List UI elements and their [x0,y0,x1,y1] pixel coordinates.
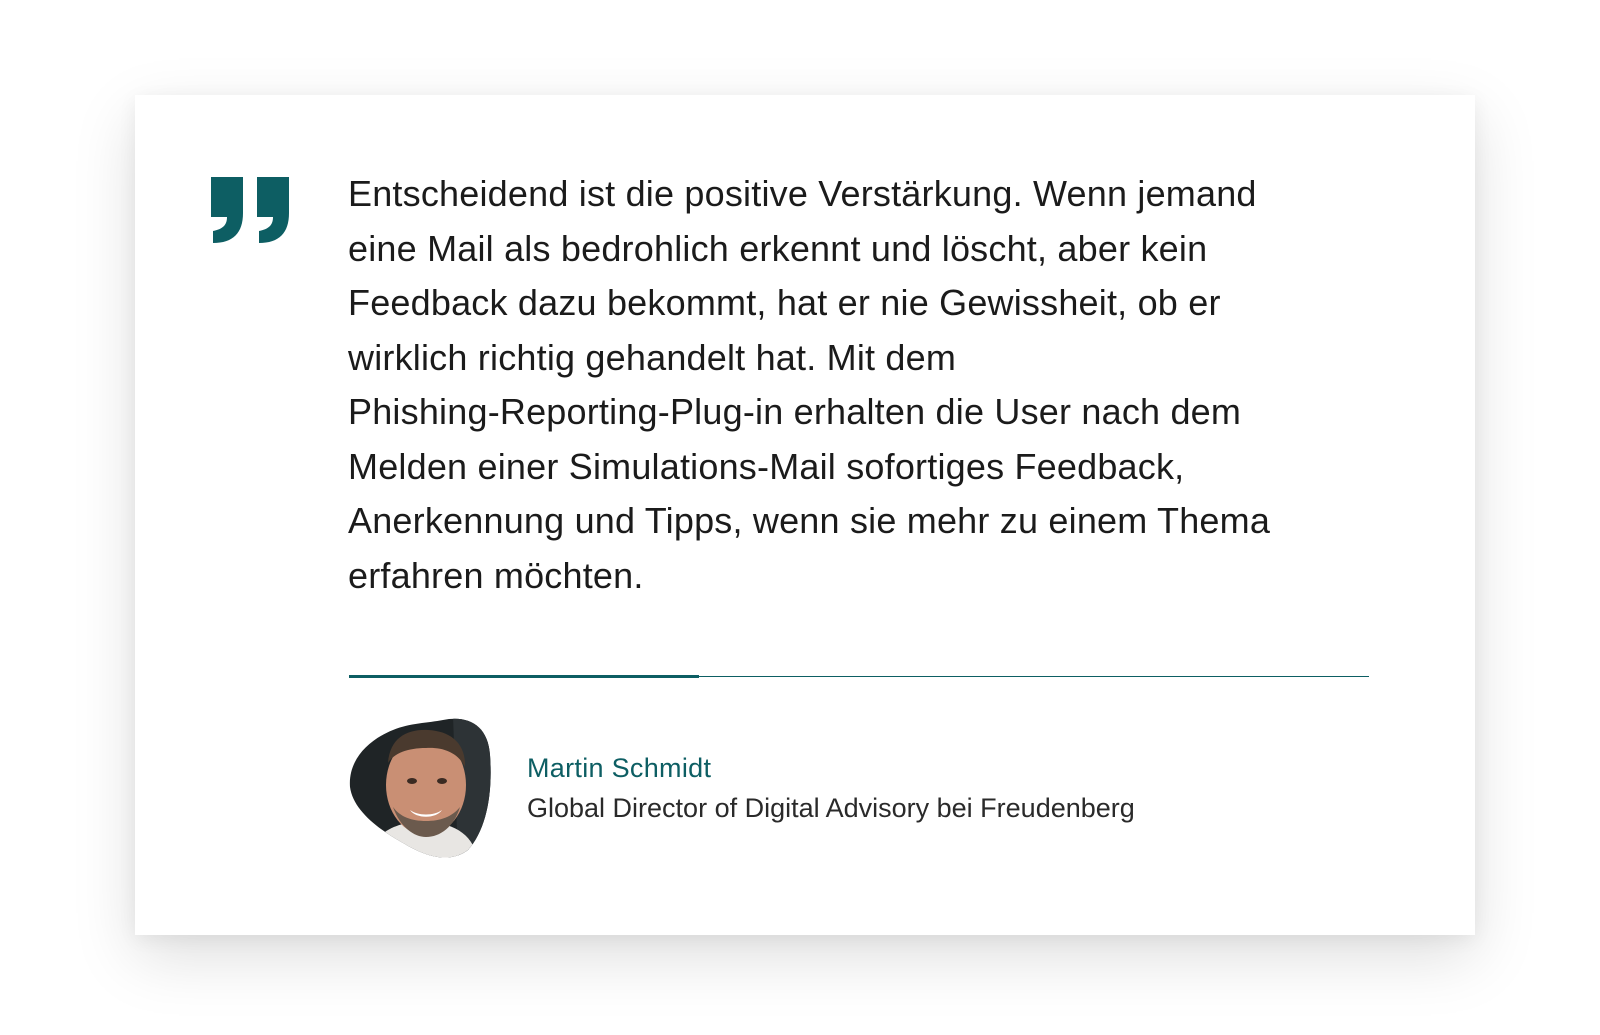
divider [349,675,1369,679]
avatar [349,718,491,858]
testimonial-card: Entscheidend ist die positive Verstärkun… [135,95,1475,935]
divider-accent [349,675,699,678]
page: Entscheidend ist die positive Verstärkun… [0,0,1600,1035]
author-name: Martin Schmidt [527,753,712,783]
author-role: Global Director of Digital Advisory bei … [527,793,1135,823]
closing-quote-icon [211,177,289,243]
author-block: Martin Schmidt Global Director of Digita… [527,750,1135,826]
quote-text: Entscheidend ist die positive Verstärkun… [348,173,1271,596]
